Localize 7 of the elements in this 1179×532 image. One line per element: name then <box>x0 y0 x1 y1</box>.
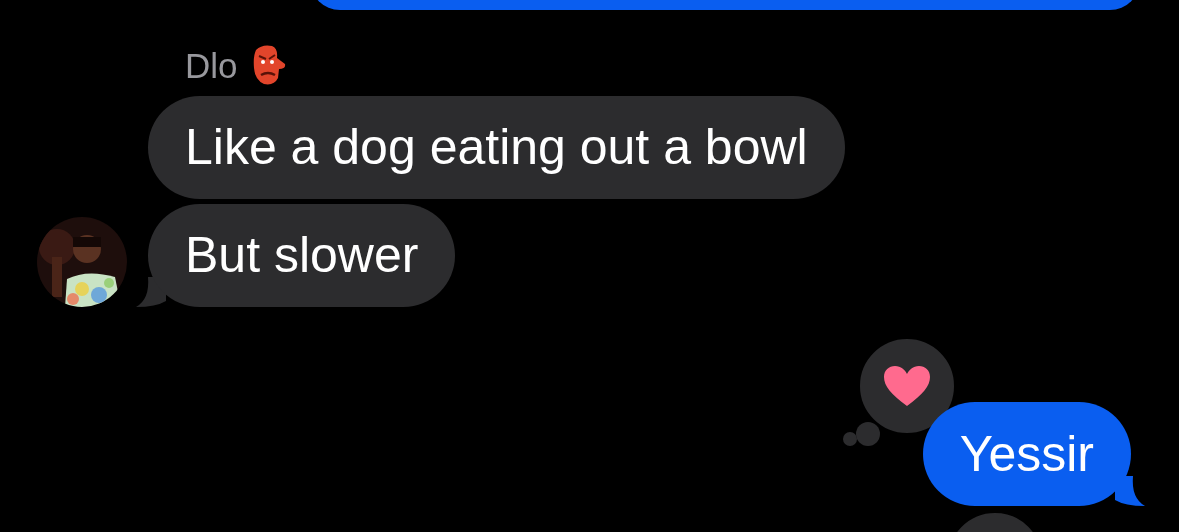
message-bubble: Like a dog eating out a bowl <box>148 96 845 199</box>
bubble-tail <box>1115 476 1145 506</box>
mask-icon <box>251 44 286 86</box>
message-bubble: But slower <box>148 204 456 307</box>
heart-icon <box>882 365 931 407</box>
sender-name: Dlo <box>185 47 238 83</box>
message-bubble: Yessir <box>922 402 1131 506</box>
